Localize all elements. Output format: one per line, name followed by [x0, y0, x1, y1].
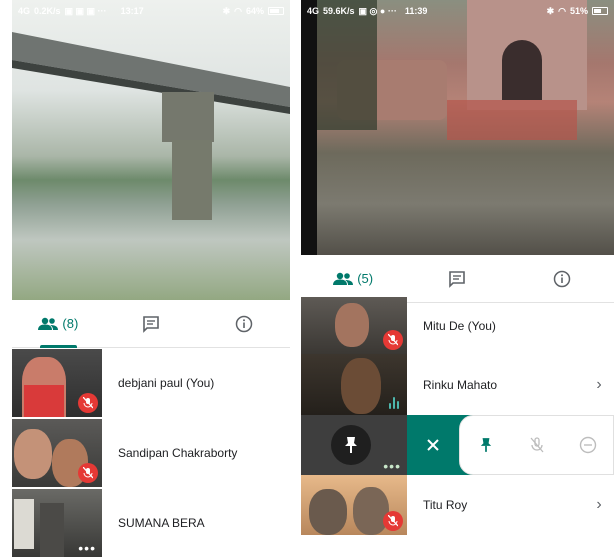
chat-icon: [449, 270, 466, 288]
tab-people[interactable]: (8): [12, 300, 105, 348]
participant-options-row: •••: [301, 415, 614, 475]
participant-thumbnail: [12, 349, 102, 417]
tab-info[interactable]: [197, 300, 290, 347]
mic-muted-icon: [78, 393, 98, 413]
close-button[interactable]: [407, 415, 459, 475]
chat-icon: [143, 315, 159, 333]
action-buttons: [459, 415, 614, 475]
speed-label: 59.6K/s: [323, 6, 355, 16]
participant-thumbnail: [301, 475, 407, 535]
participant-thumbnail: [301, 354, 407, 415]
participant-name: SUMANA BERA: [118, 516, 205, 530]
pin-overlay-icon: [331, 425, 371, 465]
tab-bar: (8): [12, 300, 290, 348]
left-phone-screen: 4G 0.2K/s ▣ ▣ ▣ ··· 13:17 ✱ ◠ 64% (8) de…: [12, 0, 290, 557]
notification-icons: ▣ ▣ ▣ ···: [64, 5, 107, 16]
close-icon: [427, 439, 439, 451]
battery-icon: [592, 7, 608, 15]
wifi-icon: ◠: [234, 5, 242, 16]
video-border: [301, 0, 317, 255]
speed-label: 0.2K/s: [34, 6, 61, 16]
status-bar: 4G 0.2K/s ▣ ▣ ▣ ··· 13:17 ✱ ◠ 64%: [12, 0, 290, 22]
participant-row[interactable]: ••• SUMANA BERA: [12, 489, 290, 557]
tab-chat[interactable]: [405, 255, 509, 302]
remove-button[interactable]: [568, 425, 608, 465]
right-phone-screen: 4G 59.6K/s ▣ ◎ ● ··· 11:39 ✱ ◠ 51% (5) M…: [301, 0, 614, 557]
notification-icons: ▣ ◎ ● ···: [358, 5, 397, 16]
people-icon: [38, 317, 59, 330]
tab-info[interactable]: [510, 255, 614, 302]
tab-chat[interactable]: [105, 300, 198, 347]
participant-thumbnail: [12, 419, 102, 487]
participant-name: debjani paul (You): [118, 376, 215, 390]
participant-thumbnail: •••: [301, 415, 407, 475]
remove-icon: [579, 436, 596, 454]
participant-row[interactable]: Rinku Mahato ›: [301, 354, 614, 415]
pin-button[interactable]: [466, 425, 506, 465]
chevron-right-icon[interactable]: ›: [584, 376, 614, 394]
more-dots-icon: •••: [78, 540, 96, 556]
main-video-feed: [12, 0, 290, 300]
speaking-indicator-icon: [389, 397, 399, 409]
people-count: (8): [62, 316, 79, 331]
participant-row[interactable]: Mitu De (You): [301, 297, 614, 354]
people-icon: [333, 272, 354, 285]
wifi-icon: ◠: [558, 5, 566, 16]
main-video-feed: [317, 0, 614, 255]
battery-percent: 64%: [245, 6, 264, 16]
clock: 11:39: [404, 6, 428, 16]
pin-icon: [480, 438, 491, 452]
info-icon: [553, 270, 571, 287]
participant-thumbnail: •••: [12, 489, 102, 557]
participant-name: Titu Roy: [423, 498, 468, 512]
clock: 13:17: [120, 6, 144, 16]
mic-muted-icon: [78, 463, 98, 483]
more-dots-icon: •••: [383, 458, 401, 474]
participant-row[interactable]: debjani paul (You): [12, 349, 290, 417]
mic-muted-icon: [383, 511, 403, 531]
tab-bar: (5): [301, 255, 614, 303]
info-icon: [235, 315, 252, 332]
chevron-right-icon[interactable]: ›: [584, 496, 614, 514]
participant-row[interactable]: Sandipan Chakraborty: [12, 419, 290, 487]
tab-people[interactable]: (5): [301, 255, 405, 303]
mic-muted-icon: [383, 330, 403, 350]
mute-button[interactable]: [517, 425, 557, 465]
participant-name: Sandipan Chakraborty: [118, 446, 238, 460]
battery-icon: [268, 7, 284, 15]
bluetooth-icon: ✱: [546, 5, 555, 16]
network-label: 4G: [18, 6, 31, 16]
status-bar: 4G 59.6K/s ▣ ◎ ● ··· 11:39 ✱ ◠ 51%: [301, 0, 614, 22]
network-label: 4G: [307, 6, 320, 16]
participant-thumbnail: [301, 297, 407, 354]
people-count: (5): [357, 271, 374, 286]
bluetooth-icon: ✱: [222, 5, 231, 16]
mic-off-icon: [530, 437, 543, 453]
participant-action-menu: [407, 415, 614, 475]
bridge-scene: [12, 32, 290, 142]
battery-percent: 51%: [569, 6, 588, 16]
participant-row[interactable]: Titu Roy ›: [301, 475, 614, 535]
participant-name: Mitu De (You): [423, 318, 496, 333]
participant-name: Rinku Mahato: [423, 377, 498, 392]
